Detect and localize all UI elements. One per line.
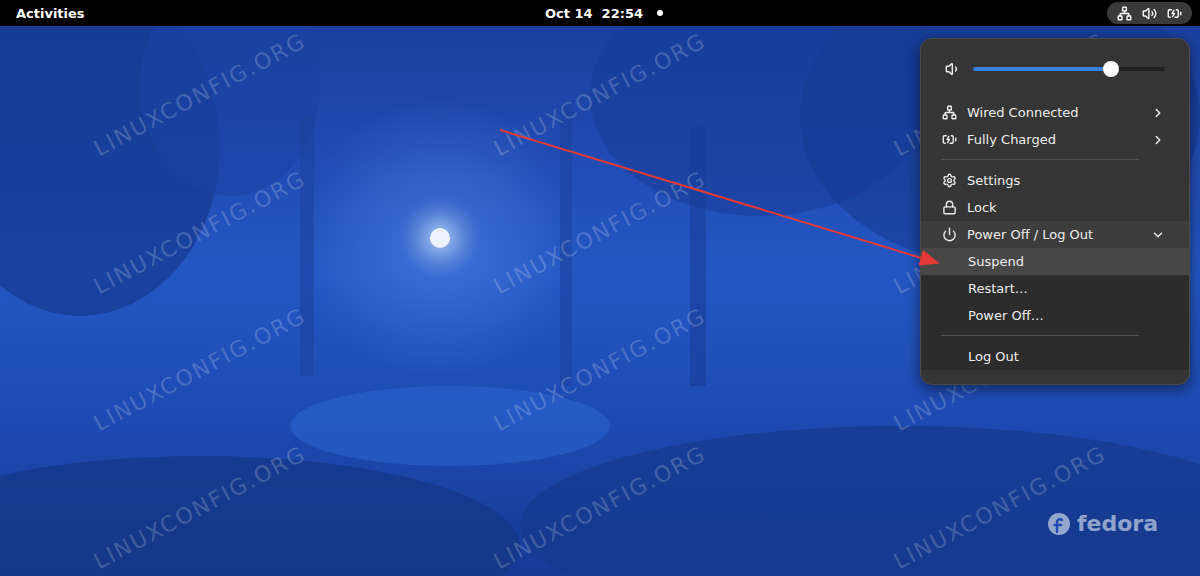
menu-item[interactable]: Lock xyxy=(921,194,1189,221)
menu-item[interactable]: Fully Charged xyxy=(921,126,1189,153)
chevron-right-icon xyxy=(1151,106,1165,120)
notification-dot xyxy=(657,10,663,16)
menu-item[interactable]: Power Off / Log Out xyxy=(921,221,1189,248)
menu-item-label: Restart… xyxy=(968,281,1165,296)
volume-fill xyxy=(973,67,1111,71)
volume-icon xyxy=(1142,6,1157,21)
speaker-icon xyxy=(945,61,961,77)
menu-item-label: Suspend xyxy=(968,254,1165,269)
activities-button[interactable]: Activities xyxy=(16,6,85,21)
menu-item-label: Log Out xyxy=(968,349,1165,364)
fedora-logo-icon xyxy=(1047,512,1071,536)
moon xyxy=(430,228,450,248)
volume-knob[interactable] xyxy=(1103,61,1119,77)
menu-item-label: Fully Charged xyxy=(967,132,1141,147)
volume-slider[interactable] xyxy=(973,67,1165,71)
desktop: LINUXCONFIG.ORGLINUXCONFIG.ORGLINUXCONFI… xyxy=(0,26,1200,576)
power-submenu-item[interactable]: Log Out xyxy=(921,343,1189,370)
watermark: LINUXCONFIG.ORG xyxy=(391,0,809,249)
watermark: LINUXCONFIG.ORG xyxy=(391,215,809,524)
fedora-logo: fedora xyxy=(1047,511,1158,536)
menu-item-label: Power Off… xyxy=(968,308,1165,323)
menu-item-label: Power Off / Log Out xyxy=(967,227,1141,242)
network-icon xyxy=(1117,6,1132,21)
power-icon xyxy=(942,227,957,242)
menu-item-label: Lock xyxy=(967,200,1165,215)
power-submenu-item[interactable]: Suspend xyxy=(921,248,1189,275)
menu-item[interactable]: Wired Connected xyxy=(921,99,1189,126)
top-bar: Activities Oct 14 22:54 xyxy=(0,0,1200,26)
status-area[interactable] xyxy=(1107,2,1192,24)
clock[interactable]: Oct 14 22:54 xyxy=(545,6,663,21)
watermark: LINUXCONFIG.ORG xyxy=(391,353,809,576)
volume-row xyxy=(921,53,1189,85)
menu-separator xyxy=(921,153,1189,167)
battery-icon xyxy=(1167,6,1182,21)
watermark: LINUXCONFIG.ORG xyxy=(0,353,409,576)
gear-icon xyxy=(942,173,957,188)
watermark: LINUXCONFIG.ORG xyxy=(0,78,409,387)
watermark: LINUXCONFIG.ORG xyxy=(791,353,1200,576)
power-submenu-item[interactable]: Power Off… xyxy=(921,302,1189,329)
power-submenu-item[interactable]: Restart… xyxy=(921,275,1189,302)
system-menu: Wired Connected Fully Charged Settings Lock… xyxy=(920,38,1190,385)
watermark: LINUXCONFIG.ORG xyxy=(0,215,409,524)
watermark: LINUXCONFIG.ORG xyxy=(391,78,809,387)
menu-separator xyxy=(921,329,1189,343)
chevron-down-icon xyxy=(1151,228,1165,242)
watermark: LINUXCONFIG.ORG xyxy=(0,0,409,249)
battery-icon xyxy=(942,132,957,147)
menu-item-label: Wired Connected xyxy=(967,105,1141,120)
desktop-screen: ActivitiesOct 14 22:54LINUXCONFIG.ORGLIN… xyxy=(0,0,1200,576)
menu-item-label: Settings xyxy=(967,173,1165,188)
network-icon xyxy=(942,105,957,120)
menu-item[interactable]: Settings xyxy=(921,167,1189,194)
lock-icon xyxy=(942,200,957,215)
chevron-right-icon xyxy=(1151,133,1165,147)
